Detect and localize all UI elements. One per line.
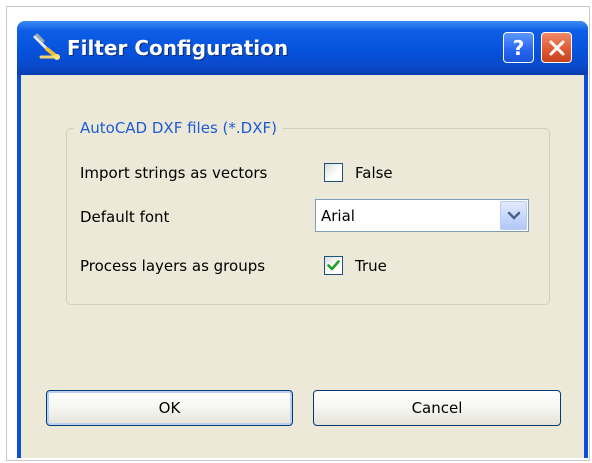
default-font-label: Default font — [80, 208, 170, 226]
cancel-button[interactable]: Cancel — [313, 390, 561, 426]
process-layers-checkbox[interactable] — [324, 256, 343, 275]
process-layers-label: Process layers as groups — [80, 257, 266, 275]
ok-button[interactable]: OK — [46, 390, 293, 426]
dropdown-button[interactable] — [500, 201, 527, 230]
import-strings-checkbox[interactable] — [324, 163, 343, 182]
import-strings-label: Import strings as vectors — [80, 164, 268, 182]
import-strings-value: False — [355, 164, 393, 182]
filter-wand-icon — [33, 33, 60, 60]
window-title: Filter Configuration — [67, 36, 289, 60]
close-button[interactable] — [541, 32, 572, 63]
help-icon: ? — [512, 35, 525, 60]
group-title: AutoCAD DXF files (*.DXF) — [74, 118, 283, 138]
help-button[interactable]: ? — [503, 32, 534, 63]
close-icon — [549, 40, 564, 55]
chevron-down-icon — [507, 211, 520, 220]
process-layers-value: True — [355, 257, 387, 275]
title-bar[interactable]: Filter Configuration ? — [17, 21, 588, 75]
default-font-select[interactable]: Arial — [315, 199, 529, 232]
default-font-value: Arial — [321, 207, 355, 225]
checkmark-icon — [327, 260, 340, 271]
